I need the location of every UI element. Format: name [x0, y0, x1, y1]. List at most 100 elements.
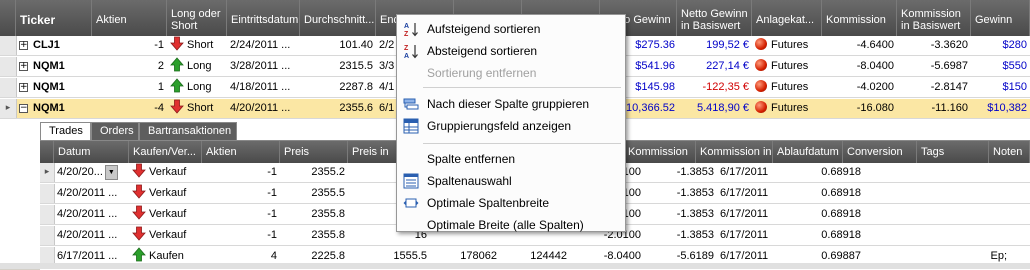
cell-tags	[864, 184, 938, 203]
aktien-text: -1	[154, 39, 164, 51]
cell-eintritt: 3/28/2011 ...	[227, 57, 300, 76]
komm-text: -4.0200	[856, 81, 894, 93]
cell-netto-base: -122,35 €	[677, 78, 752, 97]
eintritt-text: 4/20/2011 ...	[230, 102, 291, 114]
cell-conv: 0.68918	[794, 205, 864, 224]
cell-komm-base: -3.3620	[897, 36, 971, 55]
collapse-icon[interactable]: −	[19, 104, 28, 113]
avg-text: 2287.8	[339, 81, 373, 93]
menu-item-spaltenauswahl[interactable]: Spaltenauswahl	[399, 170, 623, 192]
expand-icon[interactable]: +	[19, 62, 28, 71]
menu-item-label: Optimale Breite (alle Spalten)	[427, 218, 584, 232]
aktien-text: -1	[267, 229, 277, 241]
sub-column-header-10[interactable]: Kommission in	[696, 141, 773, 163]
datum-text: 4/20/2011 ...	[57, 187, 118, 199]
netto-text: $541.96	[635, 60, 675, 72]
tab-orders[interactable]: Orders	[91, 122, 139, 140]
komm-base-text: -11.160	[931, 102, 969, 114]
cell-long-short: Long	[167, 78, 227, 97]
gewinn-text: $150	[1002, 81, 1027, 93]
dropdown-chevron-icon[interactable]: ▼	[104, 164, 118, 180]
sub-column-header-3[interactable]: Preis	[280, 141, 348, 163]
netto-base-text: -122,35 €	[702, 81, 749, 93]
menu-item-absteigend-sortieren[interactable]: Z A Absteigend sortieren	[399, 40, 623, 62]
asset-text: Futures	[771, 39, 809, 51]
cell-netto-base: 199,52 €	[677, 36, 752, 55]
column-header-label: Durchschnitt...	[304, 13, 375, 26]
menu-item-spalte-entfernen[interactable]: Spalte entfernen	[399, 148, 623, 170]
cell-avg: 2287.8	[300, 78, 376, 97]
aktien-text: 4	[270, 250, 277, 262]
tab-bartransaktionen[interactable]: Bartransaktionen	[139, 122, 237, 140]
netto-text: $10,366.52	[619, 102, 675, 114]
row-indicator	[40, 184, 55, 203]
sub-column-header-13[interactable]: Tags	[917, 141, 989, 163]
menu-item-aufsteigend-sortieren[interactable]: A Z Aufsteigend sortieren	[399, 18, 623, 40]
cell-komm: -16.080	[822, 99, 897, 118]
sort-ascending-icon: AZ	[404, 23, 418, 37]
long-short-text: Long	[187, 81, 212, 93]
cell-datum: 4/20/2011 ...	[54, 205, 129, 224]
column-header-9[interactable]: Netto Gewinn in Basiswert	[677, 0, 752, 36]
column-header-2[interactable]: Long oder Short	[167, 0, 227, 36]
aktien-text: 2	[157, 60, 164, 72]
komm-in-text: -1.3853	[676, 166, 714, 178]
expand-icon[interactable]: +	[19, 83, 28, 92]
preis-text: 2355.2	[311, 166, 345, 178]
column-header-4[interactable]: Durchschnitt...	[300, 0, 376, 36]
menu-item-optimale-breite-alle-spalten[interactable]: Optimale Breite (alle Spalten)	[399, 214, 623, 236]
sub-column-header-2[interactable]: Aktien	[202, 141, 280, 163]
status-ball-icon	[755, 38, 767, 50]
cell-action: Verkauf	[129, 184, 202, 203]
column-header-12[interactable]: Kommission in Basiswert	[897, 0, 971, 36]
column-header-13[interactable]: Gewinn	[971, 0, 1030, 36]
column-header-0[interactable]: Ticker	[16, 0, 92, 36]
sub-column-header-12[interactable]: Conversion	[843, 141, 917, 163]
menu-item-label: Spalte entfernen	[427, 152, 516, 166]
komm-base-text: -5.6987	[930, 60, 968, 72]
cell-komm-base: -2.8147	[897, 78, 971, 97]
column-header-3[interactable]: Eintrittsdatum	[227, 0, 300, 36]
menu-item-nach-dieser-spalte-gruppieren[interactable]: Nach dieser Spalte gruppieren	[399, 93, 623, 115]
avg-text: 101.40	[339, 39, 373, 51]
menu-separator	[423, 143, 621, 144]
svg-text:Z: Z	[404, 31, 409, 37]
column-chooser-icon	[403, 173, 419, 189]
horizontal-scrollbar[interactable]	[0, 263, 1030, 269]
sub-column-header-1[interactable]: Kaufen/Ver...	[129, 141, 202, 163]
best-fit-icon	[403, 198, 419, 208]
cell-noten	[938, 163, 1010, 182]
cell-end: 2/2	[376, 36, 398, 55]
sub-column-header-11[interactable]: Ablaufdatum	[773, 141, 843, 163]
menu-item-gruppierungsfeld-anzeigen[interactable]: Gruppierungsfeld anzeigen	[399, 115, 623, 137]
sub-column-header-9[interactable]: Kommission	[624, 141, 696, 163]
aktien-text: -1	[267, 208, 277, 220]
row-indicator	[40, 205, 55, 224]
komm-in-text: -5.6189	[676, 250, 714, 262]
cell-conv: 0.68918	[794, 226, 864, 245]
cell-aktien: -4	[92, 99, 167, 118]
tab-trades[interactable]: Trades	[40, 122, 91, 140]
cell-eintritt: 2/24/2011 ...	[227, 36, 300, 55]
conv-text: 0.68918	[821, 187, 861, 199]
sub-column-header-0[interactable]: Datum	[54, 141, 129, 163]
svg-text:A: A	[404, 23, 409, 30]
sub-column-header-14[interactable]: Noten	[989, 141, 1030, 163]
cell-avg: 2355.6	[300, 99, 376, 118]
ablauf-text: 6/17/2011	[720, 166, 769, 178]
expand-icon[interactable]: +	[19, 41, 28, 50]
column-header-1[interactable]: Aktien	[92, 0, 167, 36]
komm-text: -4.6400	[856, 39, 894, 51]
preis-text: 2355.8	[311, 208, 345, 220]
preis-text: 2355.5	[311, 187, 345, 199]
column-header-11[interactable]: Kommission	[822, 0, 897, 36]
column-header-10[interactable]: Anlagekat...	[752, 0, 822, 36]
menu-item-optimale-spaltenbreite[interactable]: Optimale Spaltenbreite	[399, 192, 623, 214]
cell-komm-base: -5.6987	[897, 57, 971, 76]
arrow-down-icon	[132, 163, 146, 178]
cell-avg: 101.40	[300, 36, 376, 55]
column-header-label: Anlagekat...	[756, 13, 815, 26]
cell-preis: 2355.8	[280, 226, 348, 245]
column-header-label: Netto Gewinn in Basiswert	[681, 7, 748, 32]
arrow-down-icon	[132, 205, 146, 220]
